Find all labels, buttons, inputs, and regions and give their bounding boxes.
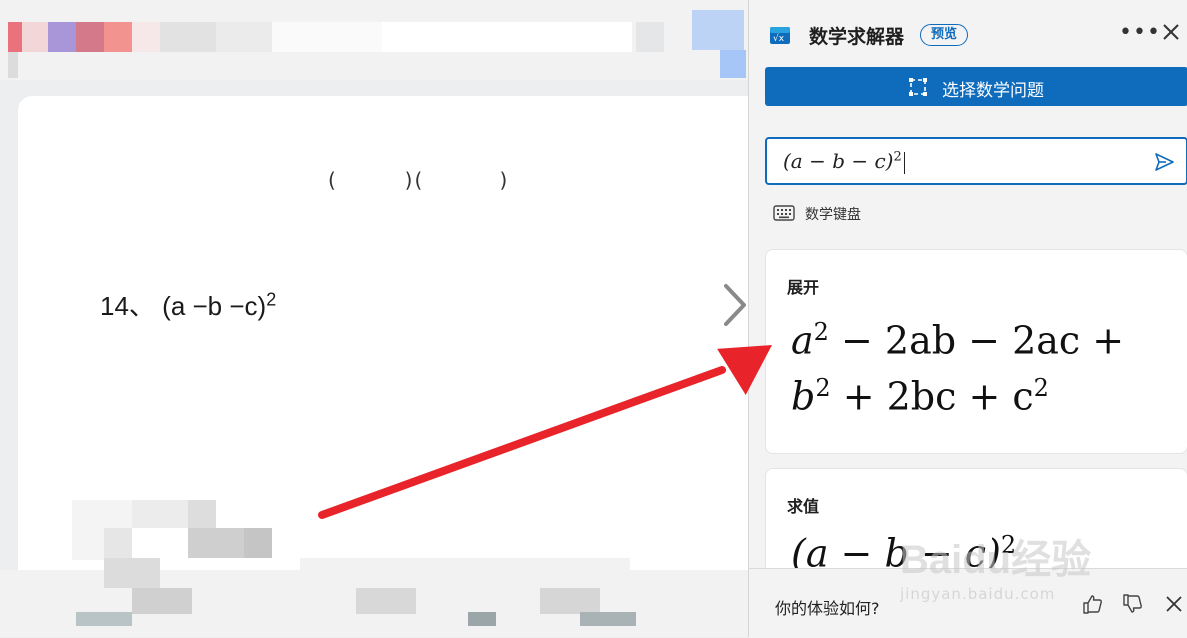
chevron-right-icon[interactable] <box>716 280 748 330</box>
math-keyboard-label: 数学键盘 <box>805 207 861 223</box>
expand-result-line-1: a2 − 2ab − 2ac + <box>791 318 1125 363</box>
select-math-problem-label: 选择数学问题 <box>942 81 1044 101</box>
close-icon[interactable] <box>1159 20 1183 44</box>
expand-card-title: 展开 <box>787 278 820 297</box>
svg-text:√x: √x <box>773 33 785 44</box>
solver-header: √x 数学求解器 预览 ••• <box>749 0 1187 66</box>
solver-title: 数学求解器 <box>809 26 905 48</box>
math-input-value: (a − b − c)2 <box>783 149 905 174</box>
send-icon[interactable] <box>1153 151 1175 173</box>
baidu-watermark: Baidu经验 jingyan.baidu.com <box>900 505 1140 615</box>
expand-result-line-2: b2 + 2bc + c2 <box>791 374 1049 419</box>
question-14: 14、 (a −b −c)2 <box>100 286 276 323</box>
watermark-url: jingyan.baidu.com <box>900 585 1056 603</box>
keyboard-icon <box>773 205 795 221</box>
select-math-problem-button[interactable]: 选择数学问题 <box>765 67 1187 106</box>
math-expression-input[interactable]: (a − b − c)2 <box>765 137 1187 185</box>
document-pane: ( )( ) 14、 (a −b −c)2 <box>0 0 748 637</box>
question-number: 14、 <box>100 291 155 321</box>
evaluate-card-title: 求值 <box>787 497 820 516</box>
question-expression: (a −b −c) <box>162 291 267 321</box>
close-icon[interactable] <box>1163 593 1185 615</box>
math-solver-app-icon: √x <box>770 27 790 44</box>
more-options-icon[interactable]: ••• <box>1119 20 1161 45</box>
expand-result-card: 展开 a2 − 2ab − 2ac + b2 + 2bc + c2 <box>765 249 1187 454</box>
text-caret <box>903 151 905 174</box>
screen-select-icon <box>909 78 927 96</box>
watermark-brand: Baidu经验 <box>900 538 1092 582</box>
question-exponent: 2 <box>266 289 277 310</box>
feedback-question: 你的体验如何? <box>775 599 880 618</box>
cropped-previous-line: ( )( ) <box>328 168 510 192</box>
blurred-toolbar <box>0 0 748 80</box>
blurred-footer <box>0 500 748 637</box>
preview-badge: 预览 <box>920 24 969 46</box>
